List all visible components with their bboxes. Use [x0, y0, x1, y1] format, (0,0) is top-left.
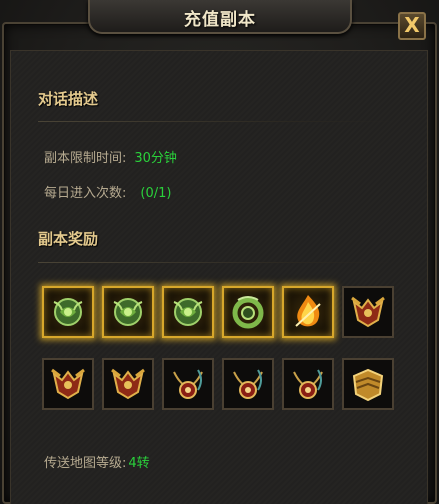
- map-level-label: 传送地图等级:: [44, 456, 127, 471]
- reward-slot[interactable]: [42, 286, 94, 338]
- map-level-value: 4转: [128, 456, 150, 471]
- close-button[interactable]: X: [398, 12, 426, 40]
- dialog-section-title: 对话描述: [38, 90, 99, 108]
- reward-slot[interactable]: [282, 358, 334, 410]
- section-divider: [38, 121, 398, 122]
- reward-slot[interactable]: [282, 286, 334, 338]
- time-limit-value: 30分钟: [134, 151, 177, 166]
- reward-slot[interactable]: [222, 286, 274, 338]
- daily-entries-value: (0/1): [140, 186, 172, 201]
- content-frame: [10, 50, 428, 504]
- time-limit-row: 副本限制时间: 30分钟: [44, 147, 177, 166]
- section-divider: [38, 262, 398, 263]
- daily-entries-label: 每日进入次数:: [44, 186, 127, 201]
- rewards-section-title: 副本奖励: [38, 230, 99, 248]
- dungeon-window: 充值副本 X 对话描述 副本限制时间: 30分钟 每日进入次数: (0/1) 副本奖…: [0, 0, 439, 504]
- map-level-row: 传送地图等级: 4转: [44, 452, 150, 471]
- reward-slot[interactable]: [342, 286, 394, 338]
- time-limit-label: 副本限制时间:: [44, 151, 127, 166]
- reward-slot[interactable]: [222, 358, 274, 410]
- reward-slot[interactable]: [162, 286, 214, 338]
- reward-slot[interactable]: [102, 286, 154, 338]
- reward-slot[interactable]: [162, 358, 214, 410]
- reward-slot[interactable]: [102, 358, 154, 410]
- reward-slot[interactable]: [342, 358, 394, 410]
- window-title: 充值副本: [184, 10, 256, 30]
- daily-entries-row: 每日进入次数: (0/1): [44, 182, 171, 201]
- reward-slot[interactable]: [42, 358, 94, 410]
